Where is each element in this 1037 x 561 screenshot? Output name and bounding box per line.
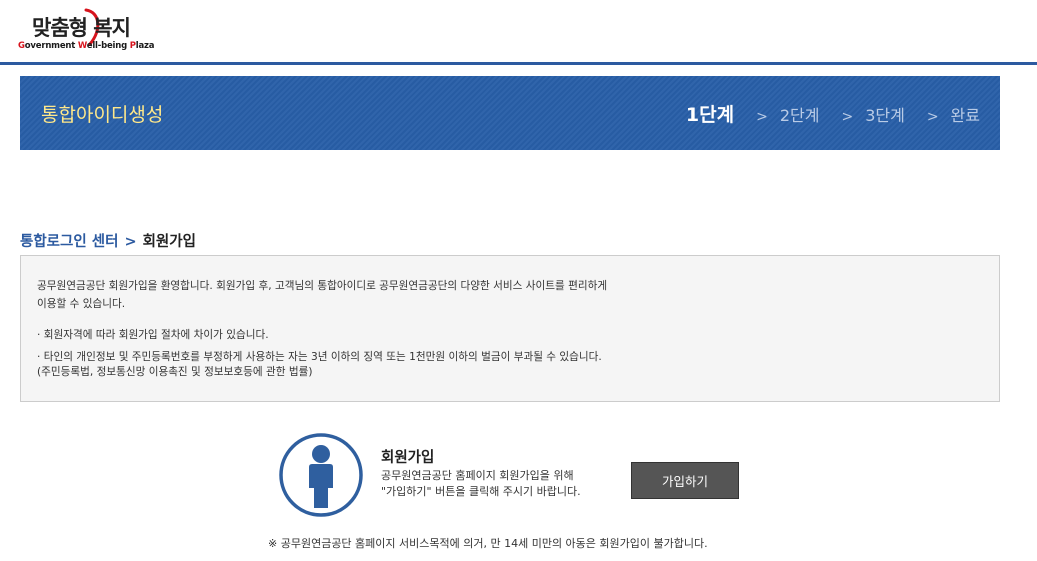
logo-title: 맞춤형 복지 [32,16,131,40]
join-description-line2: "가입하기" 버튼을 클릭해 주시기 바랍니다. [381,485,581,498]
page-title: 통합아이디생성 [41,104,164,126]
person-icon [279,433,363,517]
breadcrumb-current: 회원가입 [142,234,196,250]
age-restriction-note: ※ 공무원연금공단 홈페이지 서비스목적에 의거, 만 14세 미만의 아동은 … [268,537,708,550]
step-2: 2단계 [779,106,820,125]
notice-welcome-line1: 공무원연금공단 회원가입을 환영합니다. 회원가입 후, 고객님의 통합아이디로… [37,280,608,292]
site-logo[interactable]: 맞춤형 복지 Government Well-being Plaza [18,8,155,54]
notice-law-reference: (주민등록법, 정보통신망 이용촉진 및 정보보호등에 관한 법률) [37,366,313,378]
step-3: 3단계 [865,106,905,125]
notice-bullet-membership: · 회원자격에 따라 회원가입 절차에 차이가 있습니다. [37,329,269,341]
breadcrumb-login-center[interactable]: 통합로그인 센터 [20,234,118,250]
logo-subtitle: Government Well-being Plaza [18,41,155,51]
breadcrumb: 통합로그인 센터 > 회원가입 [20,230,196,251]
step-complete: 완료 [950,106,980,125]
step-1: 1단계 [685,104,735,126]
notice-bullet-penalty: · 타인의 개인정보 및 주민등록번호를 부정하게 사용하는 자는 3년 이하의… [37,351,602,363]
join-title: 회원가입 [381,450,435,466]
step-separator: > [756,109,768,125]
step-separator: > [841,109,854,125]
join-button[interactable]: 가입하기 [631,462,739,499]
page-banner: 통합아이디생성 1단계 > 2단계 > 3단계 > 완료 [20,76,1000,150]
join-description-line1: 공무원연금공단 홈페이지 회원가입을 위해 [381,469,574,482]
step-separator: > [926,109,939,125]
notice-welcome-line2: 이용할 수 있습니다. [37,298,126,310]
step-indicator: 1단계 > 2단계 > 3단계 > 완료 [686,100,980,127]
notice-box: 공무원연금공단 회원가입을 환영합니다. 회원가입 후, 고객님의 통합아이디로… [20,255,1000,402]
breadcrumb-separator: > [124,234,137,250]
header-divider [0,62,1037,65]
